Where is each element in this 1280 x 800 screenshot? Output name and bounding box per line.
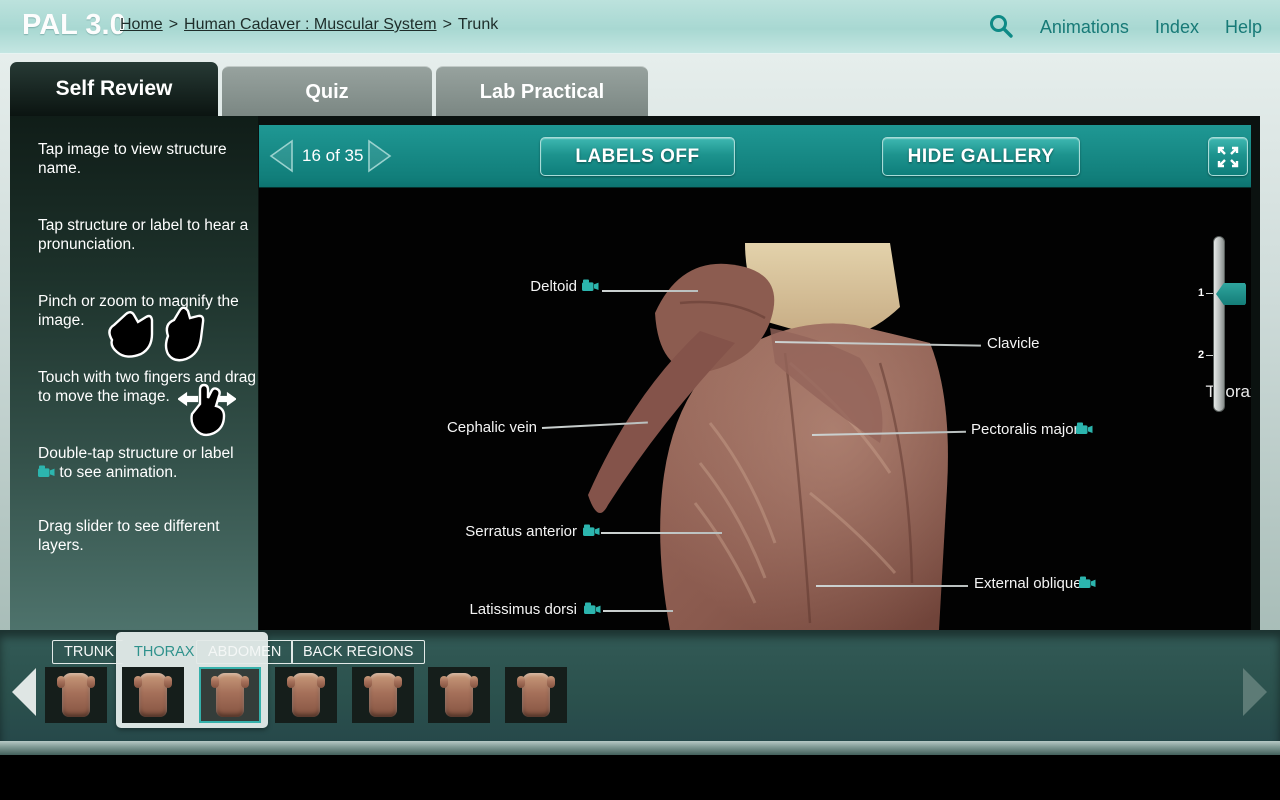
image-pager-label: 16 of 35 <box>302 146 363 166</box>
drag-gesture-icon <box>178 382 236 438</box>
structure-label-pectoralis-major[interactable]: Pectoralis major <box>971 421 1079 438</box>
instructions-sidebar: Tap image to view structure name. Tap st… <box>10 116 258 656</box>
gallery-thumbnail-3-selected[interactable] <box>199 667 261 723</box>
gallery-bottom-bevel <box>0 741 1280 755</box>
image-caption: Thorax, superficial muscles, lateral vie… <box>959 382 1251 402</box>
structure-label-deltoid[interactable]: Deltoid <box>530 278 577 295</box>
structure-label-cephalic-vein[interactable]: Cephalic vein <box>447 419 537 436</box>
breadcrumb-section-link[interactable]: Human Cadaver : Muscular System <box>184 16 437 33</box>
gallery-thumbnail-6[interactable] <box>428 667 490 723</box>
breadcrumb-separator: > <box>169 16 178 33</box>
thumbnail-torso-image <box>62 673 90 717</box>
thumbnail-torso-image <box>369 673 397 717</box>
breadcrumb-home-link[interactable]: Home <box>120 16 163 33</box>
layer-tick-2: 2 <box>1198 349 1204 361</box>
nav-help[interactable]: Help <box>1225 17 1262 38</box>
leader-line-deltoid <box>602 290 698 292</box>
hide-gallery-button[interactable]: HIDE GALLERY <box>882 137 1080 176</box>
thumbnail-torso-image <box>139 673 167 717</box>
layer-tick-1: 1 <box>1198 287 1204 299</box>
instruction-tap-structure: Tap structure or label to hear a pronunc… <box>38 216 260 255</box>
serratus-anterior-camera-icon[interactable] <box>583 524 600 542</box>
category-tab-thorax[interactable]: THORAX <box>122 640 206 664</box>
structure-label-external-oblique[interactable]: External oblique <box>974 575 1082 592</box>
top-header-bar: PAL 3.0 Home > Human Cadaver : Muscular Sy… <box>0 0 1280 54</box>
latissimus-dorsi-camera-icon[interactable] <box>584 602 601 620</box>
tab-self-review[interactable]: Self Review <box>10 62 218 116</box>
structure-label-clavicle[interactable]: Clavicle <box>987 335 1040 352</box>
fullscreen-icon <box>1216 145 1240 169</box>
anatomy-image-viewport[interactable]: Thorax, superficial muscles, lateral vie… <box>259 188 1251 630</box>
tab-quiz[interactable]: Quiz <box>222 66 432 116</box>
top-navigation: Animations Index Help <box>988 15 1262 39</box>
gallery-scroll-left-arrow[interactable] <box>12 668 36 716</box>
breadcrumb-separator: > <box>443 16 452 33</box>
instruction-drag-slider: Drag slider to see different layers. <box>38 517 260 556</box>
leader-line-external-oblique <box>816 585 968 587</box>
instruction-double-tap-start: Double-tap structure or label <box>38 445 234 462</box>
animation-camera-icon <box>38 464 55 483</box>
gallery-thumbnail-2[interactable] <box>122 667 184 723</box>
breadcrumb: Home > Human Cadaver : Muscular System > Tru… <box>120 16 498 34</box>
device-bottom-bar <box>0 755 1280 800</box>
pinch-gesture-icon <box>98 306 208 368</box>
next-image-arrow[interactable] <box>367 139 393 173</box>
structure-label-latissimus-dorsi[interactable]: Latissimus dorsi <box>469 601 577 618</box>
previous-image-arrow[interactable] <box>268 139 294 173</box>
instruction-tap-image: Tap image to view structure name. <box>38 140 260 179</box>
breadcrumb-current-page: Trunk <box>458 16 498 33</box>
gallery-thumbnail-1[interactable] <box>45 667 107 723</box>
viewer-toolbar <box>259 125 1251 188</box>
thumbnail-torso-image <box>216 673 244 717</box>
pal-app-window: PAL 3.0 Home > Human Cadaver : Muscular Sy… <box>0 0 1280 800</box>
layer-tick-1-line <box>1206 293 1213 294</box>
cadaver-photo[interactable] <box>560 243 965 630</box>
gallery-thumbnail-7[interactable] <box>505 667 567 723</box>
thumbnail-torso-image <box>292 673 320 717</box>
instruction-double-tap-end: to see animation. <box>59 464 177 481</box>
gallery-thumbnail-5[interactable] <box>352 667 414 723</box>
structure-label-serratus-anterior[interactable]: Serratus anterior <box>465 523 577 540</box>
search-icon[interactable] <box>988 13 1014 39</box>
thumbnail-torso-image <box>522 673 550 717</box>
layer-slider-track[interactable] <box>1213 236 1225 412</box>
pectoralis-major-camera-icon[interactable] <box>1076 422 1093 440</box>
pal-logo: PAL 3.0 <box>22 9 126 42</box>
layer-tick-2-line <box>1206 355 1213 356</box>
category-tab-abdomen[interactable]: ABDOMEN <box>196 640 293 664</box>
leader-line-latissimus-dorsi <box>603 610 673 612</box>
category-tab-back-regions[interactable]: BACK REGIONS <box>291 640 425 664</box>
nav-animations[interactable]: Animations <box>1040 17 1129 38</box>
gallery-scroll-right-arrow[interactable] <box>1243 668 1267 716</box>
category-tab-trunk[interactable]: TRUNK <box>52 640 126 664</box>
external-oblique-camera-icon[interactable] <box>1079 576 1096 594</box>
thumbnail-torso-image <box>445 673 473 717</box>
nav-index[interactable]: Index <box>1155 17 1199 38</box>
tab-lab-practical[interactable]: Lab Practical <box>436 66 648 116</box>
labels-toggle-button[interactable]: LABELS OFF <box>540 137 735 176</box>
deltoid-camera-icon[interactable] <box>582 279 599 297</box>
fullscreen-button[interactable] <box>1208 137 1248 176</box>
leader-line-serratus-anterior <box>601 532 722 534</box>
gallery-thumbnail-4[interactable] <box>275 667 337 723</box>
instruction-double-tap: Double-tap structure or label to see ani… <box>38 444 260 484</box>
